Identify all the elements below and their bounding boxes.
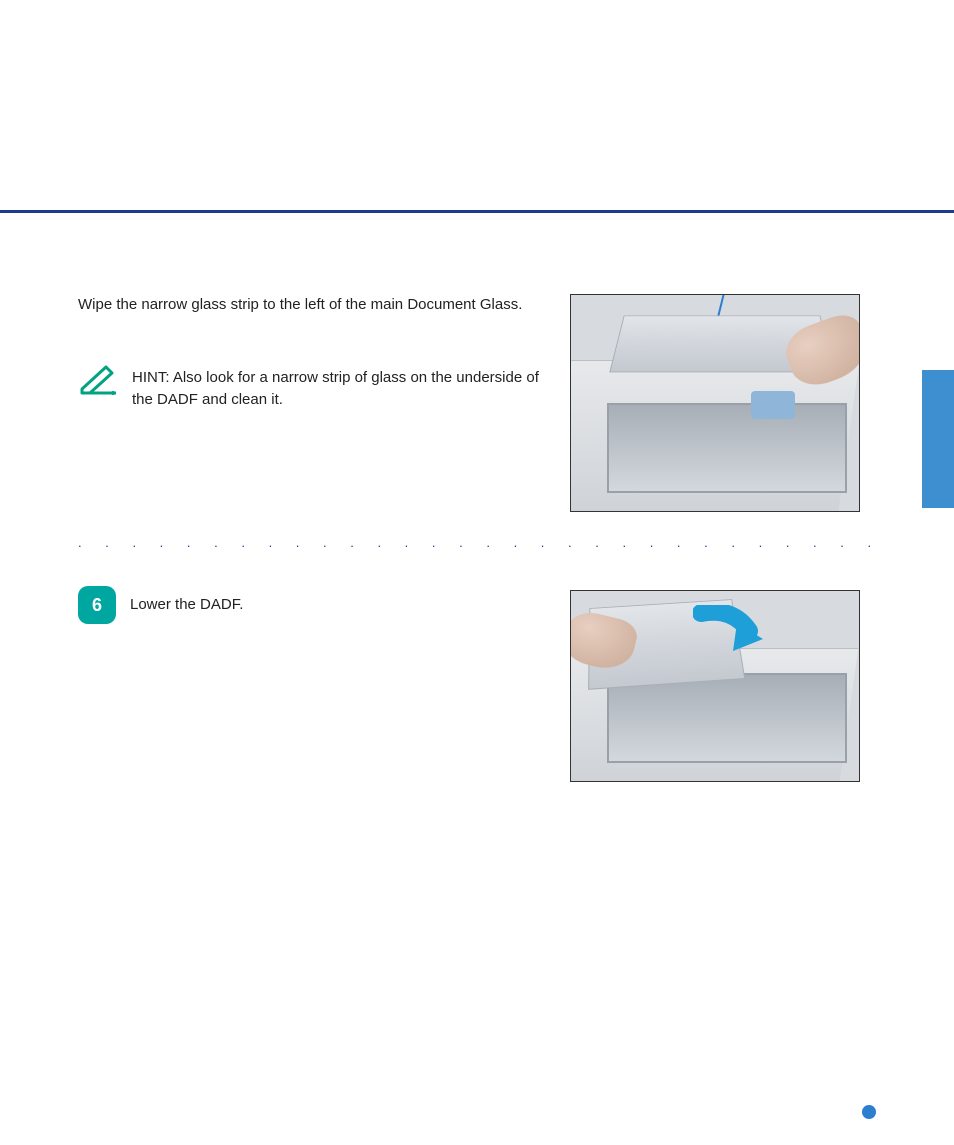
hint-text: HINT: Also look for a narrow strip of gl… — [132, 363, 558, 412]
step-number-badge: 6 — [78, 586, 116, 624]
document-glass — [607, 673, 847, 763]
step-5-text: Wipe the narrow glass strip to the left … — [78, 294, 558, 317]
step-5-block: Wipe the narrow glass strip to the left … — [78, 294, 558, 412]
step-6-text: Lower the DADF. — [130, 586, 558, 617]
step-5-photo — [570, 294, 860, 512]
hint-row: HINT: Also look for a narrow strip of gl… — [78, 363, 558, 412]
header-rule — [0, 210, 954, 213]
step-6-block: 6 Lower the DADF. — [78, 586, 558, 624]
cleaning-cloth — [751, 391, 795, 419]
pencil-hint-icon — [78, 363, 118, 395]
step-6-photo — [570, 590, 860, 782]
document-glass — [607, 403, 847, 493]
curved-arrow-icon — [693, 605, 765, 665]
dotted-separator: . . . . . . . . . . . . . . . . . . . . … — [78, 535, 876, 550]
page-indicator-dot — [862, 1105, 876, 1119]
chapter-side-tab — [922, 370, 954, 508]
